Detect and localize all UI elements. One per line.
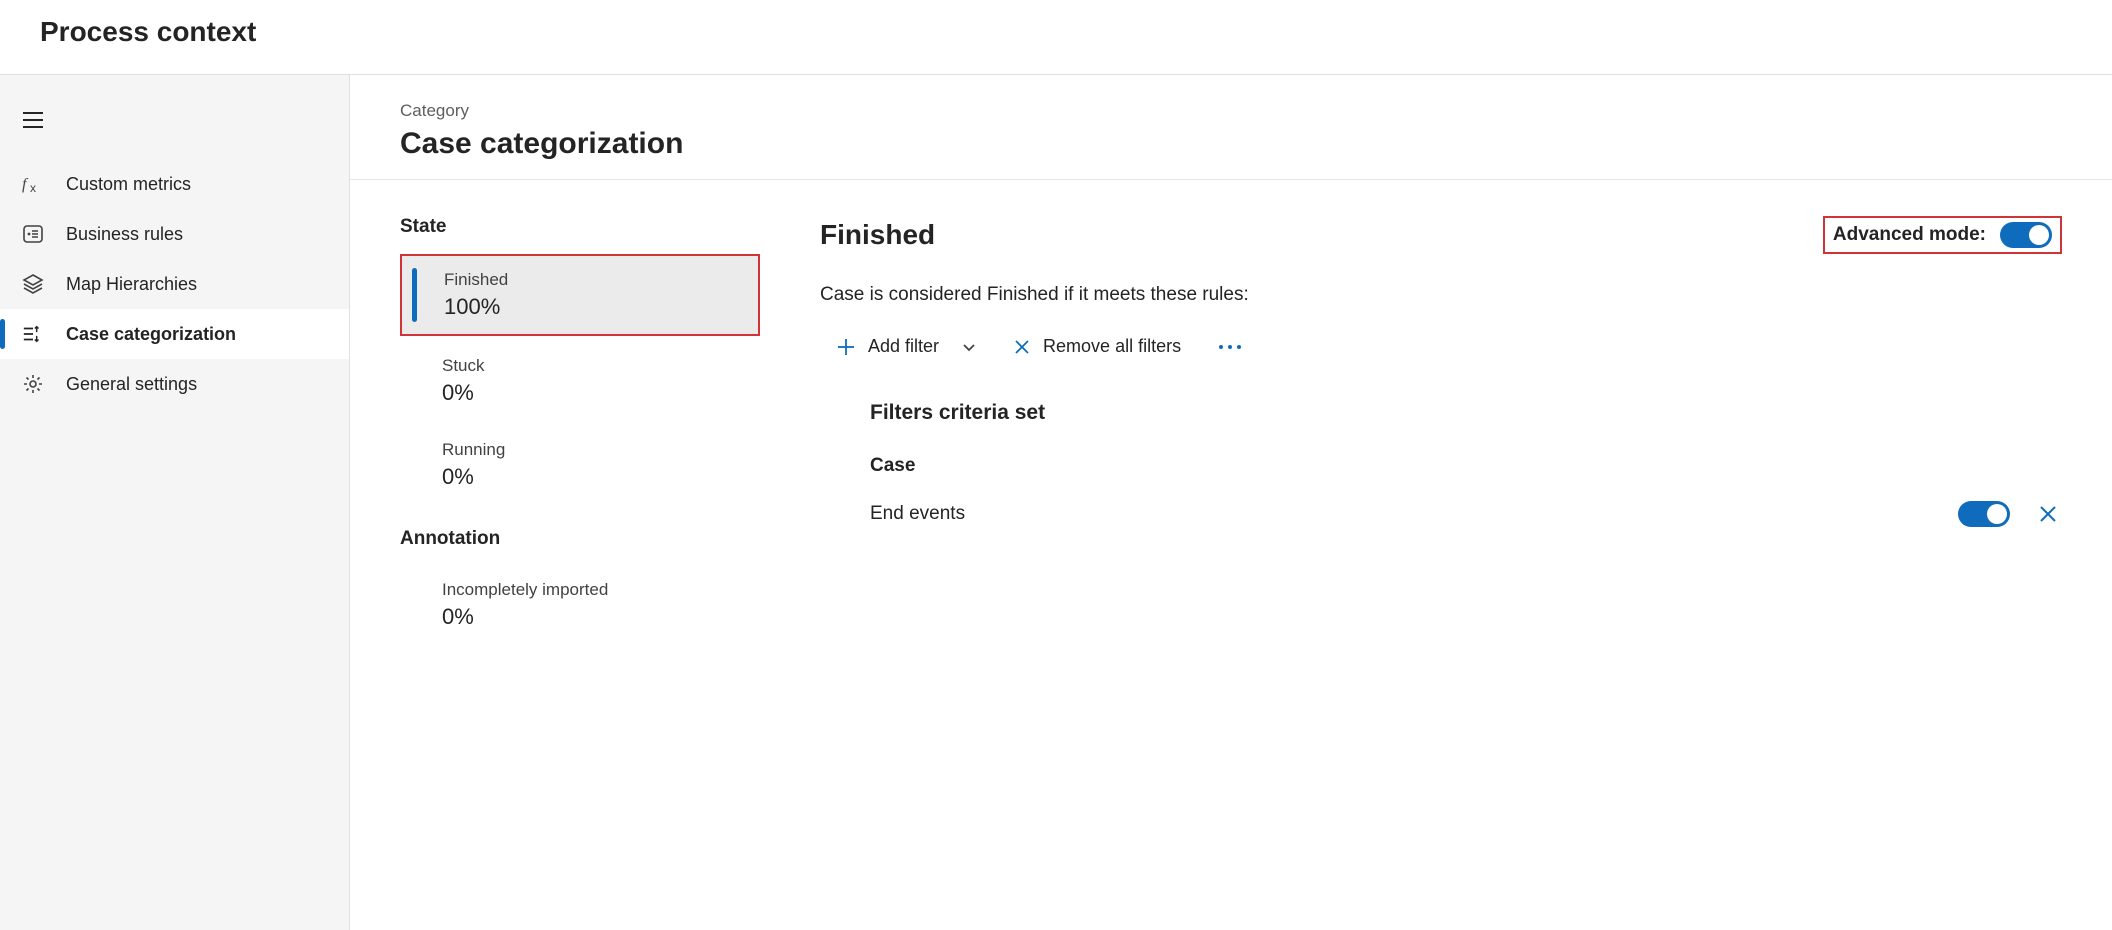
sidebar-item-business-rules[interactable]: Business rules [0, 209, 349, 259]
annotation-item-incompletely-imported[interactable]: Incompletely imported 0% [400, 566, 760, 644]
hamburger-icon [22, 109, 44, 131]
close-icon [1013, 338, 1031, 356]
add-filter-label: Add filter [868, 336, 939, 357]
remove-all-filters-label: Remove all filters [1043, 336, 1181, 357]
plus-icon [836, 337, 856, 357]
annotation-item-value: 0% [442, 604, 746, 630]
state-item-label: Finished [444, 270, 744, 290]
category-label: Category [400, 101, 2072, 121]
sidebar-item-label: Custom metrics [66, 174, 349, 195]
sidebar: fx Custom metrics Business rules Map Hie… [0, 75, 350, 930]
state-item-value: 0% [442, 380, 746, 406]
advanced-mode-toggle[interactable] [2000, 222, 2052, 248]
detail-description: Case is considered Finished if it meets … [820, 284, 2062, 306]
layers-icon [22, 273, 44, 295]
filters-criteria-heading: Filters criteria set [870, 401, 2062, 425]
state-item-value: 100% [444, 294, 744, 320]
sidebar-item-case-categorization[interactable]: Case categorization [0, 309, 349, 359]
rules-icon [22, 223, 44, 245]
sidebar-item-custom-metrics[interactable]: fx Custom metrics [0, 159, 349, 209]
fx-icon: fx [22, 173, 44, 195]
sidebar-item-label: Case categorization [66, 324, 349, 345]
state-heading: State [400, 216, 760, 238]
filter-rule-row: End events [870, 501, 2062, 527]
state-item-label: Running [442, 440, 746, 460]
state-item-stuck[interactable]: Stuck 0% [400, 342, 760, 420]
sidebar-item-label: Map Hierarchies [66, 274, 349, 295]
advanced-mode-group: Advanced mode: [1823, 216, 2062, 254]
remove-all-filters-button[interactable]: Remove all filters [1013, 336, 1181, 357]
filter-rule-name[interactable]: End events [870, 503, 965, 525]
menu-toggle[interactable] [0, 95, 349, 145]
filters-toolbar: Add filter Remove all filters [820, 336, 2062, 357]
svg-text:x: x [30, 181, 36, 195]
sidebar-item-map-hierarchies[interactable]: Map Hierarchies [0, 259, 349, 309]
annotation-item-label: Incompletely imported [442, 580, 746, 600]
page-title: Process context [40, 16, 2112, 48]
annotation-heading: Annotation [400, 528, 760, 550]
category-title: Case categorization [400, 127, 2072, 161]
state-item-finished[interactable]: Finished 100% [400, 254, 760, 336]
sidebar-item-label: Business rules [66, 224, 349, 245]
state-item-running[interactable]: Running 0% [400, 426, 760, 504]
advanced-mode-label: Advanced mode: [1833, 224, 1986, 246]
svg-text:f: f [22, 176, 29, 193]
gear-icon [22, 373, 44, 395]
sidebar-item-general-settings[interactable]: General settings [0, 359, 349, 409]
state-item-value: 0% [442, 464, 746, 490]
sidebar-item-label: General settings [66, 374, 349, 395]
state-item-label: Stuck [442, 356, 746, 376]
main-content: Category Case categorization State Finis… [350, 75, 2112, 930]
categorize-icon [22, 323, 44, 345]
detail-title: Finished [820, 219, 935, 251]
filters-group-label: Case [870, 455, 2062, 477]
more-actions-button[interactable] [1217, 343, 1243, 351]
filter-rule-toggle[interactable] [1958, 501, 2010, 527]
add-filter-button[interactable]: Add filter [836, 336, 977, 357]
filter-rule-remove-button[interactable] [2038, 504, 2058, 524]
divider [350, 179, 2112, 180]
chevron-down-icon [961, 339, 977, 355]
